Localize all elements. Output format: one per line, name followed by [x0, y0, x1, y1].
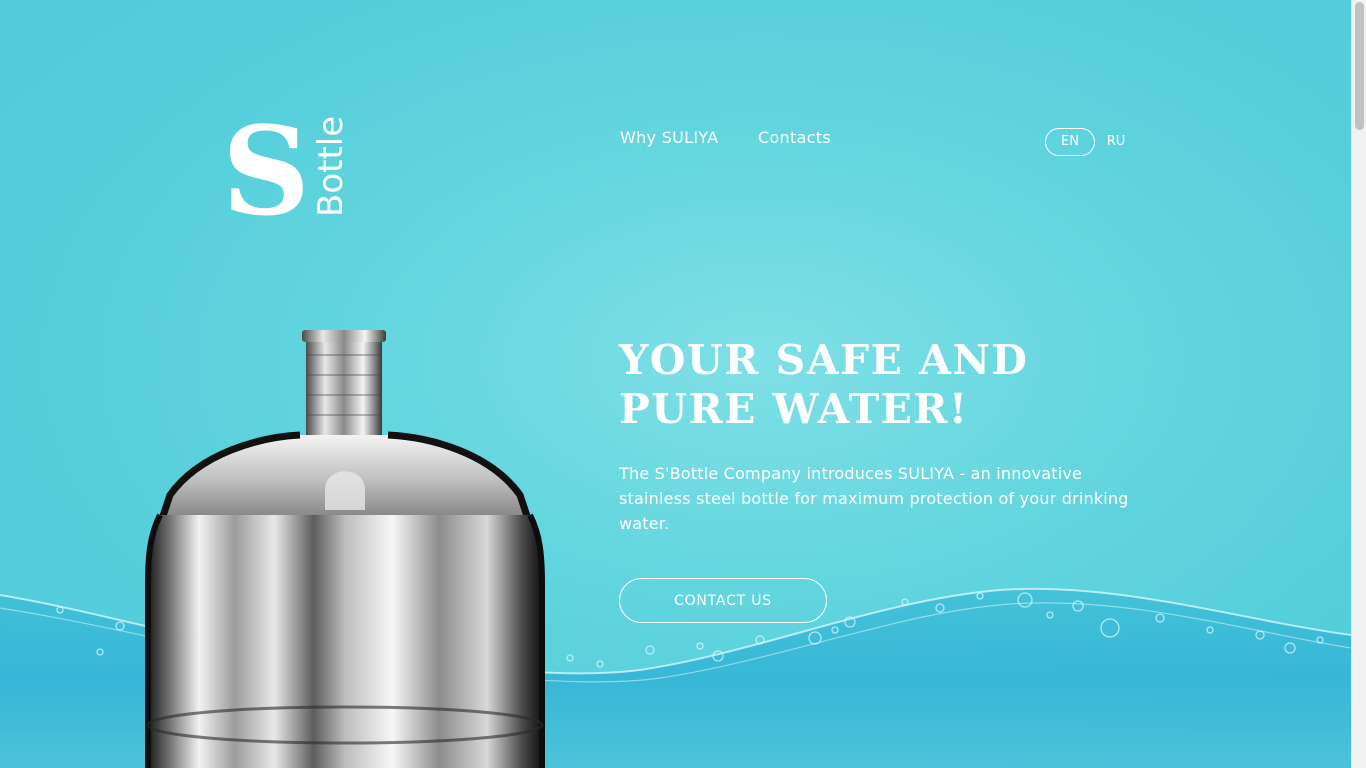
page-background: S Bottle Why SULIYA Contacts EN RU YOUR …: [0, 0, 1351, 768]
stainless-steel-bottle-image: [145, 330, 545, 768]
logo-letter: S: [222, 112, 310, 220]
sbottle-logo[interactable]: S Bottle: [222, 112, 346, 220]
logo-word: Bottle: [311, 116, 346, 217]
language-en-button[interactable]: EN: [1045, 128, 1095, 156]
nav-why-suliya[interactable]: Why SULIYA: [620, 128, 719, 147]
hero-title-line-1: YOUR SAFE AND: [619, 336, 1029, 384]
nav-contacts[interactable]: Contacts: [758, 128, 831, 147]
page-scrollbar[interactable]: [1351, 0, 1366, 768]
hero-title-line-2: PURE WATER!: [619, 385, 969, 433]
language-ru-button[interactable]: RU: [1103, 129, 1129, 155]
contact-us-button[interactable]: CONTACT US: [619, 578, 827, 623]
hero-title: YOUR SAFE AND PURE WATER!: [619, 336, 1139, 434]
hero-description: The S'Bottle Company introduces SULIYA -…: [619, 464, 1129, 533]
scrollbar-thumb[interactable]: [1355, 2, 1364, 130]
